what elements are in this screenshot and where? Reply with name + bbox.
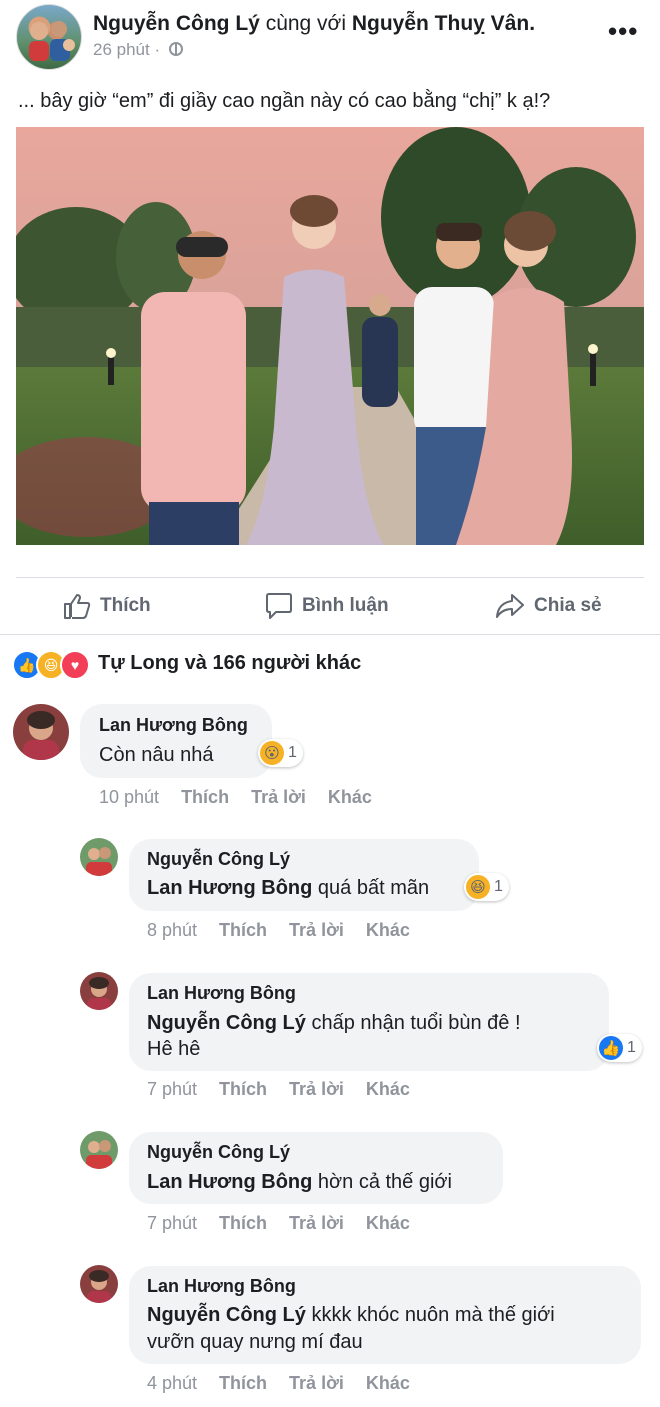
reaction-count: 1 [288, 744, 297, 761]
post-meta: 26 phút · [93, 40, 183, 60]
comment-body: hờn cả thế giới [317, 1171, 452, 1193]
divider [0, 634, 660, 635]
comment-mention[interactable]: Nguyễn Công Lý [147, 1012, 306, 1034]
more-options-button[interactable]: ••• [608, 16, 638, 47]
comment-meta: 7 phút Thích Trả lời Khác [147, 1079, 432, 1100]
like-icon: 👍 [599, 1036, 623, 1060]
comment-text: Nguyễn Công Lý chấp nhận tuổi bùn đê ! [147, 1010, 521, 1037]
comment-text-line2: vưỡn quay nưng mí đau [147, 1331, 363, 1353]
commenter-avatar[interactable] [80, 838, 118, 876]
comment-text: Lan Hương Bông quá bất mãn [147, 875, 429, 902]
comment-text: Còn nâu nhá [99, 744, 214, 766]
comment-text: Lan Hương Bông hờn cả thế giới [147, 1169, 452, 1196]
love-icon: ♥ [60, 650, 90, 680]
share-label: Chia sẻ [534, 595, 602, 616]
haha-icon: 😆 [466, 875, 490, 899]
comment-meta: 7 phút Thích Trả lời Khác [147, 1213, 432, 1234]
author-name[interactable]: Nguyễn Công Lý [93, 12, 260, 35]
comment-bubble-icon [266, 593, 292, 619]
divider [16, 577, 644, 578]
comment-like-link[interactable]: Thích [181, 787, 229, 807]
comment-reply-link[interactable]: Trả lời [251, 787, 306, 807]
comment-author[interactable]: Lan Hương Bông [99, 715, 248, 736]
comment-text: Nguyễn Công Lý kkkk khóc nuôn mà thế giớ… [147, 1302, 555, 1329]
globe-icon [168, 42, 183, 56]
comment-time[interactable]: 7 phút [147, 1213, 197, 1233]
share-button[interactable]: Chia sẻ [494, 592, 602, 620]
tagged-name[interactable]: Nguyễn Thuỵ Vân. [352, 12, 535, 35]
commenter-avatar[interactable] [80, 1131, 118, 1169]
comment-reply-link[interactable]: Trả lời [289, 1213, 344, 1233]
comment-meta: 4 phút Thích Trả lời Khác [147, 1373, 432, 1394]
comment-like-link[interactable]: Thích [219, 1213, 267, 1233]
comment-time[interactable]: 4 phút [147, 1373, 197, 1393]
comment-like-link[interactable]: Thích [219, 1373, 267, 1393]
thumbs-up-icon [64, 594, 91, 619]
post-caption: ... bây giờ “em” đi giầy cao ngần này có… [18, 90, 551, 112]
comment-time[interactable]: 7 phút [147, 1079, 197, 1099]
comment-like-link[interactable]: Thích [219, 1079, 267, 1099]
comment-more-link[interactable]: Khác [366, 1373, 410, 1393]
comment-meta: 8 phút Thích Trả lời Khác [147, 920, 432, 941]
comment-reaction-badge[interactable]: 😮 1 [258, 739, 303, 767]
comment-time[interactable]: 8 phút [147, 920, 197, 940]
comment-more-link[interactable]: Khác [328, 787, 372, 807]
comment-text-line2: Hê hê [147, 1038, 201, 1060]
reaction-count: 1 [494, 878, 503, 895]
like-button[interactable]: Thích [62, 592, 151, 620]
comment-reaction-badge[interactable]: 👍 1 [597, 1034, 642, 1062]
comment-body: kkkk khóc nuôn mà thế giới [311, 1304, 555, 1326]
comment-mention[interactable]: Lan Hương Bông [147, 1171, 312, 1193]
comment-like-link[interactable]: Thích [219, 920, 267, 940]
commenter-avatar[interactable] [80, 1265, 118, 1303]
post-time[interactable]: 26 phút [93, 40, 150, 59]
comment-reply-link[interactable]: Trả lời [289, 1079, 344, 1099]
like-label: Thích [100, 595, 151, 616]
comment-mention[interactable]: Lan Hương Bông [147, 877, 312, 899]
comment-more-link[interactable]: Khác [366, 1079, 410, 1099]
comment-time[interactable]: 10 phút [99, 787, 159, 807]
comment-body: quá bất mãn [317, 877, 430, 899]
comment-reaction-badge[interactable]: 😆 1 [464, 873, 509, 901]
reaction-icons[interactable]: 👍 😆 ♥ [12, 650, 90, 680]
comment-reply-link[interactable]: Trả lời [289, 920, 344, 940]
comment-button[interactable]: Bình luận [264, 592, 389, 620]
share-arrow-icon [496, 594, 524, 618]
comment-author[interactable]: Lan Hương Bông [147, 983, 296, 1004]
post-photo[interactable] [16, 127, 644, 545]
comment-reply-link[interactable]: Trả lời [289, 1373, 344, 1393]
comment-author[interactable]: Nguyễn Công Lý [147, 1142, 290, 1163]
with-word: cùng với [265, 12, 346, 35]
comment-body: chấp nhận tuổi bùn đê ! [311, 1012, 521, 1034]
comment-label: Bình luận [302, 595, 389, 616]
post-author-line: Nguyễn Công Lý cùng với Nguyễn Thuỵ Vân. [93, 12, 535, 36]
comment-meta: 10 phút Thích Trả lời Khác [99, 787, 394, 808]
wow-icon: 😮 [260, 741, 284, 765]
reaction-count: 1 [627, 1039, 636, 1056]
comment-author[interactable]: Lan Hương Bông [147, 1276, 296, 1297]
reaction-summary[interactable]: Tự Long và 166 người khác [98, 652, 361, 675]
comment-author[interactable]: Nguyễn Công Lý [147, 849, 290, 870]
author-avatar[interactable] [16, 4, 82, 70]
comment-more-link[interactable]: Khác [366, 1213, 410, 1233]
comment-mention[interactable]: Nguyễn Công Lý [147, 1304, 306, 1326]
comment-more-link[interactable]: Khác [366, 920, 410, 940]
commenter-avatar[interactable] [80, 972, 118, 1010]
commenter-avatar[interactable] [13, 704, 69, 760]
